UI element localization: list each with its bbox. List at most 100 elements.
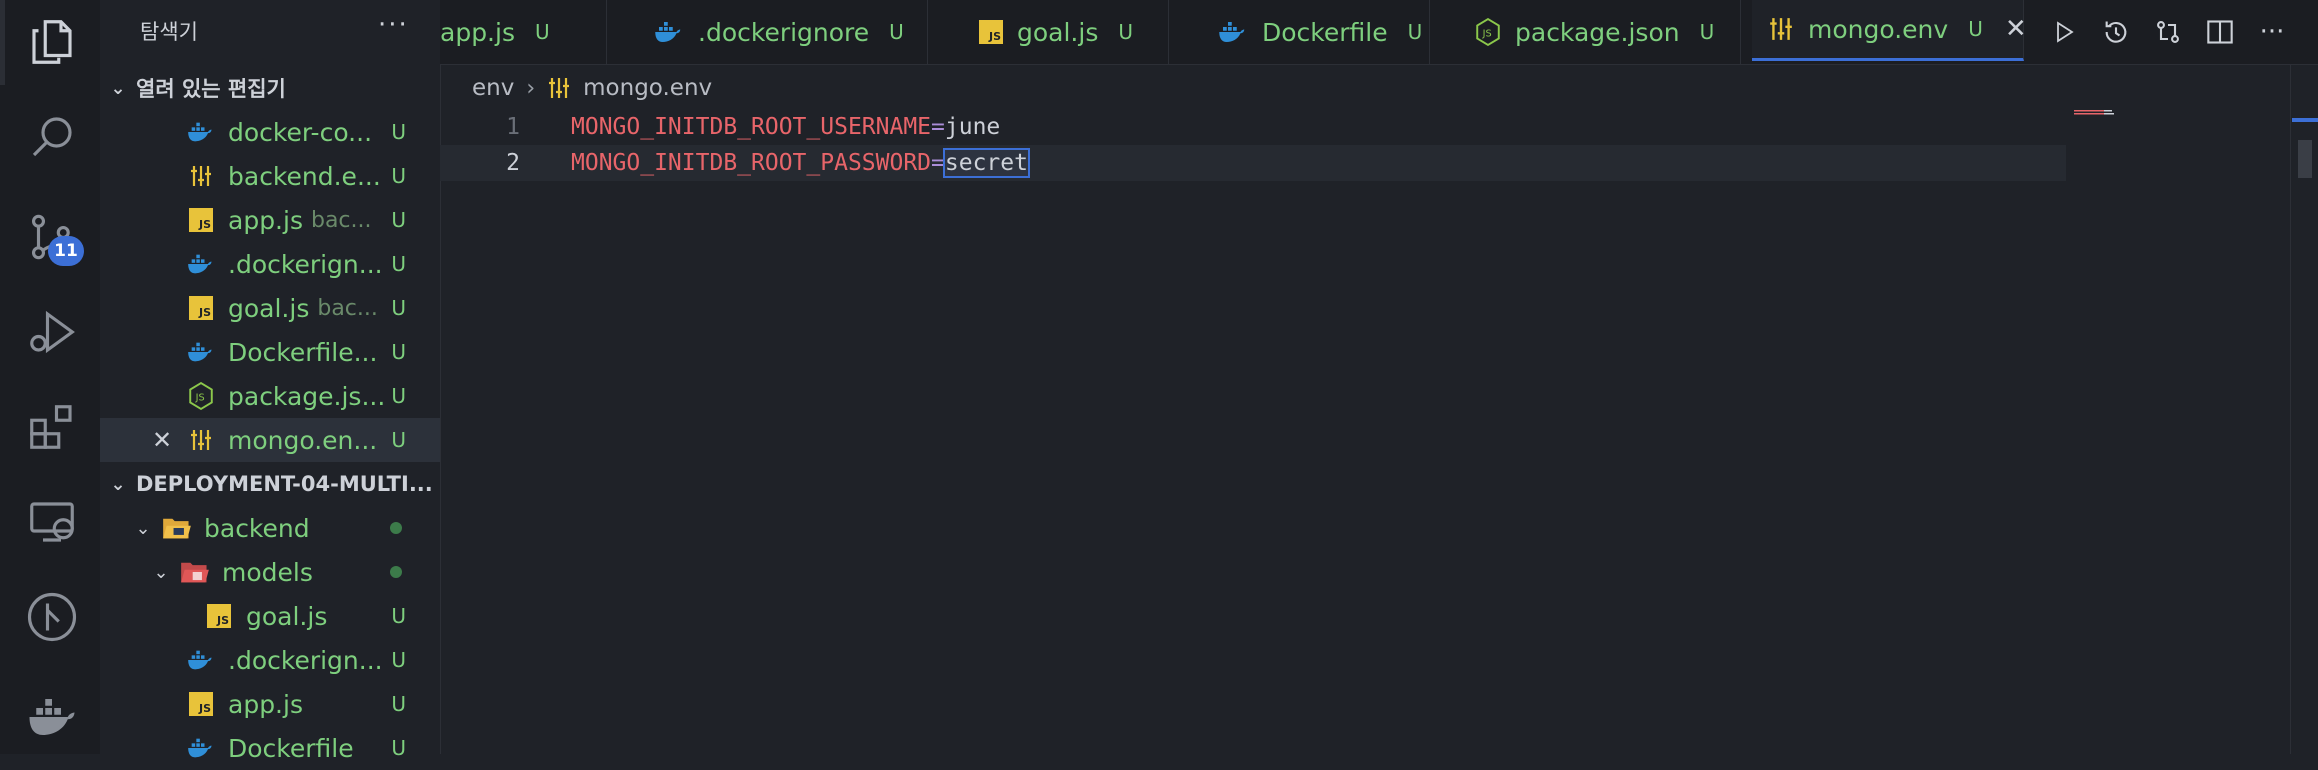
modified-dot: [390, 566, 402, 578]
file-name: docker-co...: [228, 117, 373, 147]
tree-file[interactable]: JS goal.js U: [100, 594, 440, 638]
run-icon[interactable]: [2038, 6, 2090, 58]
tab-dockerignore[interactable]: .dockerignore U: [608, 0, 928, 64]
breadcrumb-folder[interactable]: env: [472, 75, 514, 101]
tab-dockerfile[interactable]: Dockerfile U: [1170, 0, 1430, 64]
docker-icon[interactable]: [20, 685, 84, 749]
file-name: package.js...: [228, 381, 386, 411]
tab-label: mongo.env: [1808, 14, 1949, 44]
folder-name: models: [222, 557, 313, 587]
tree-file[interactable]: Dockerfile U: [100, 726, 440, 770]
file-folder-hint: bac...: [310, 207, 372, 233]
timeline-icon[interactable]: [2090, 6, 2142, 58]
git-status: U: [391, 648, 406, 672]
scroll-position-marker: [2292, 118, 2318, 122]
open-editor-item[interactable]: JS app.js bac... U: [100, 198, 440, 242]
open-editor-item[interactable]: .dockerign... U: [100, 242, 440, 286]
sidebar-more-button[interactable]: ···: [378, 10, 409, 40]
sidebar-title: 탐색기: [140, 20, 198, 44]
folder-models-icon: [180, 557, 210, 587]
close-tab-icon[interactable]: ✕: [2005, 14, 2027, 44]
source-control-badge: 11: [48, 236, 84, 266]
extensions-icon[interactable]: [20, 395, 84, 459]
git-status: U: [391, 384, 406, 408]
run-debug-icon[interactable]: [20, 300, 84, 364]
tab-label: package.json: [1515, 17, 1680, 47]
tab-label: .dockerignore: [698, 17, 870, 47]
js-icon: JS: [979, 20, 1003, 44]
more-actions-icon[interactable]: ···: [2246, 6, 2298, 58]
docker-icon: [654, 20, 684, 44]
project-header[interactable]: ⌄ DEPLOYMENT-04-MULTI...: [100, 462, 440, 506]
open-editors-header[interactable]: ⌄ 열려 있는 편집기: [100, 66, 440, 110]
chevron-down-icon: ⌄: [153, 561, 169, 583]
docker-icon: [186, 249, 216, 279]
js-icon: JS: [186, 689, 216, 719]
minimap[interactable]: [2070, 108, 2290, 118]
scrollbar-thumb[interactable]: [2298, 140, 2312, 178]
open-editor-item[interactable]: backend.e... U: [100, 154, 440, 198]
file-name: app.js: [228, 689, 303, 719]
js-icon: JS: [186, 293, 216, 323]
file-folder-hint: bac...: [317, 295, 378, 321]
active-indicator: [0, 0, 5, 85]
explorer-icon[interactable]: [20, 10, 84, 74]
file-name: mongo.en...: [228, 425, 378, 455]
code-line[interactable]: 1 MONGO_INITDB_ROOT_USERNAME=june: [440, 109, 2066, 145]
close-icon[interactable]: ✕: [152, 426, 172, 454]
svg-text:JS: JS: [195, 392, 205, 403]
docker-icon: [186, 117, 216, 147]
open-editor-item[interactable]: docker-co... U: [100, 110, 440, 154]
tab-label: goal.js: [1017, 17, 1099, 47]
chevron-down-icon: ⌄: [110, 77, 126, 99]
open-editor-item-active[interactable]: ✕ mongo.en... U: [100, 418, 440, 462]
nodejs-icon: JS: [186, 381, 216, 411]
file-name: Dockerfile...: [228, 337, 378, 367]
git-status: U: [391, 208, 406, 232]
open-editor-item[interactable]: JS goal.js bac... U: [100, 286, 440, 330]
js-icon: JS: [204, 601, 234, 631]
file-name: goal.js: [228, 293, 310, 323]
git-graph-icon[interactable]: [20, 585, 84, 649]
folder-open-icon: [162, 513, 192, 543]
tab-mongo-env[interactable]: mongo.env U ✕: [1752, 0, 2027, 61]
breadcrumb-file[interactable]: mongo.env: [583, 75, 712, 101]
tab-app-js[interactable]: app.js U: [440, 0, 607, 64]
chevron-down-icon: ⌄: [135, 517, 151, 539]
modified-dot: [390, 522, 402, 534]
code-line-current[interactable]: 2 MONGO_INITDB_ROOT_PASSWORD=secret: [440, 145, 2066, 181]
search-icon[interactable]: [20, 105, 84, 169]
env-key: MONGO_INITDB_ROOT_USERNAME: [571, 114, 932, 140]
tab-goal-js[interactable]: JS goal.js U: [929, 0, 1169, 64]
code-editor[interactable]: 1 MONGO_INITDB_ROOT_USERNAME=june 2 MONG…: [440, 104, 2318, 754]
docker-icon: [186, 645, 216, 675]
tree-folder[interactable]: ⌄ models: [100, 550, 440, 594]
git-status: U: [391, 736, 406, 760]
docker-icon: [186, 733, 216, 763]
tab-status: U: [889, 20, 904, 44]
git-status: U: [391, 296, 406, 320]
svg-text:JS: JS: [1482, 28, 1492, 39]
open-editor-item[interactable]: Dockerfile... U: [100, 330, 440, 374]
explorer-sidebar: 탐색기 ··· ⌄ 열려 있는 편집기 docker-co... U backe…: [100, 0, 441, 763]
docker-icon: [186, 337, 216, 367]
tab-package-json[interactable]: JS package.json U: [1431, 0, 1741, 64]
line-number: 1: [506, 114, 520, 140]
env-settings-icon: [186, 161, 216, 191]
file-name: goal.js: [246, 601, 328, 631]
remote-explorer-icon[interactable]: [20, 490, 84, 554]
tree-folder[interactable]: ⌄ backend: [100, 506, 440, 550]
open-editor-item[interactable]: JS package.js... U: [100, 374, 440, 418]
tree-file[interactable]: JS app.js U: [100, 682, 440, 726]
line-content: MONGO_INITDB_ROOT_USERNAME=june: [571, 114, 1000, 140]
env-value-selected: secret: [942, 148, 1030, 178]
tree-file[interactable]: .dockerign... U: [100, 638, 440, 682]
git-status: U: [391, 120, 406, 144]
env-equals: =: [931, 114, 945, 140]
compare-icon[interactable]: [2142, 6, 2194, 58]
breadcrumb: env › mongo.env: [472, 72, 712, 104]
line-number: 2: [506, 150, 520, 176]
split-editor-icon[interactable]: [2194, 6, 2246, 58]
env-value: june: [944, 114, 1001, 140]
env-equals: =: [931, 150, 945, 176]
